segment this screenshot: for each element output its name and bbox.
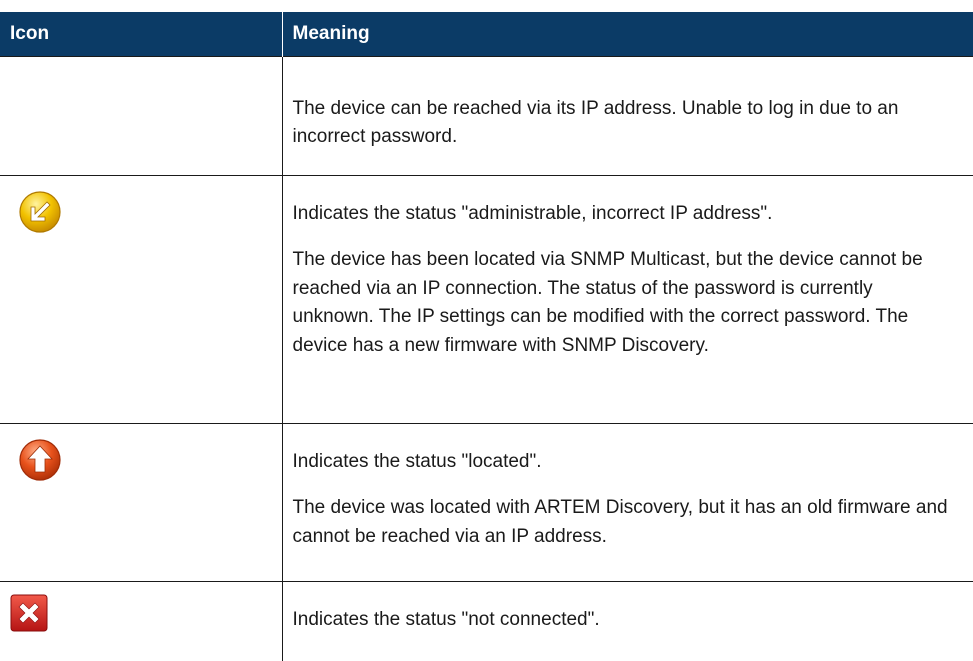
table-row: Indicates the status "administrable, inc… xyxy=(0,174,973,424)
meaning-paragraph: The device was located with ARTEM Discov… xyxy=(292,497,948,547)
table-header-row: Icon Meaning xyxy=(0,12,973,56)
meaning-paragraph: The device has been located via SNMP Mul… xyxy=(292,249,923,356)
icon-cell xyxy=(0,174,283,424)
icon-cell-empty xyxy=(0,55,283,176)
meaning-cell: Indicates the status "not connected". xyxy=(281,580,973,661)
status-icon-table-container: Icon Meaning The device can be reached v… xyxy=(0,12,973,661)
meaning-paragraph: Indicates the status "not connected". xyxy=(292,608,600,630)
orange-arrow-up-icon xyxy=(19,438,61,481)
yellow-arrow-down-left-icon xyxy=(19,190,61,233)
meaning-paragraph: The device can be reached via its IP add… xyxy=(292,97,899,148)
table-row: The device can be reached via its IP add… xyxy=(0,55,973,176)
icon-cell xyxy=(0,422,283,582)
meaning-cell: Indicates the status "located". The devi… xyxy=(281,422,973,582)
icon-cell xyxy=(0,580,283,661)
table-row: Indicates the status "not connected". xyxy=(0,580,973,661)
meaning-paragraph: Indicates the status "located". xyxy=(292,450,542,472)
column-header-meaning: Meaning xyxy=(282,12,973,56)
red-x-icon xyxy=(10,594,48,631)
table-row: Indicates the status "located". The devi… xyxy=(0,422,973,582)
meaning-cell: Indicates the status "administrable, inc… xyxy=(281,174,973,424)
meaning-cell: The device can be reached via its IP add… xyxy=(281,55,973,176)
meaning-paragraph: Indicates the status "administrable, inc… xyxy=(292,202,773,224)
status-icon-table: Icon Meaning The device can be reached v… xyxy=(0,12,973,661)
column-header-icon: Icon xyxy=(0,12,283,56)
